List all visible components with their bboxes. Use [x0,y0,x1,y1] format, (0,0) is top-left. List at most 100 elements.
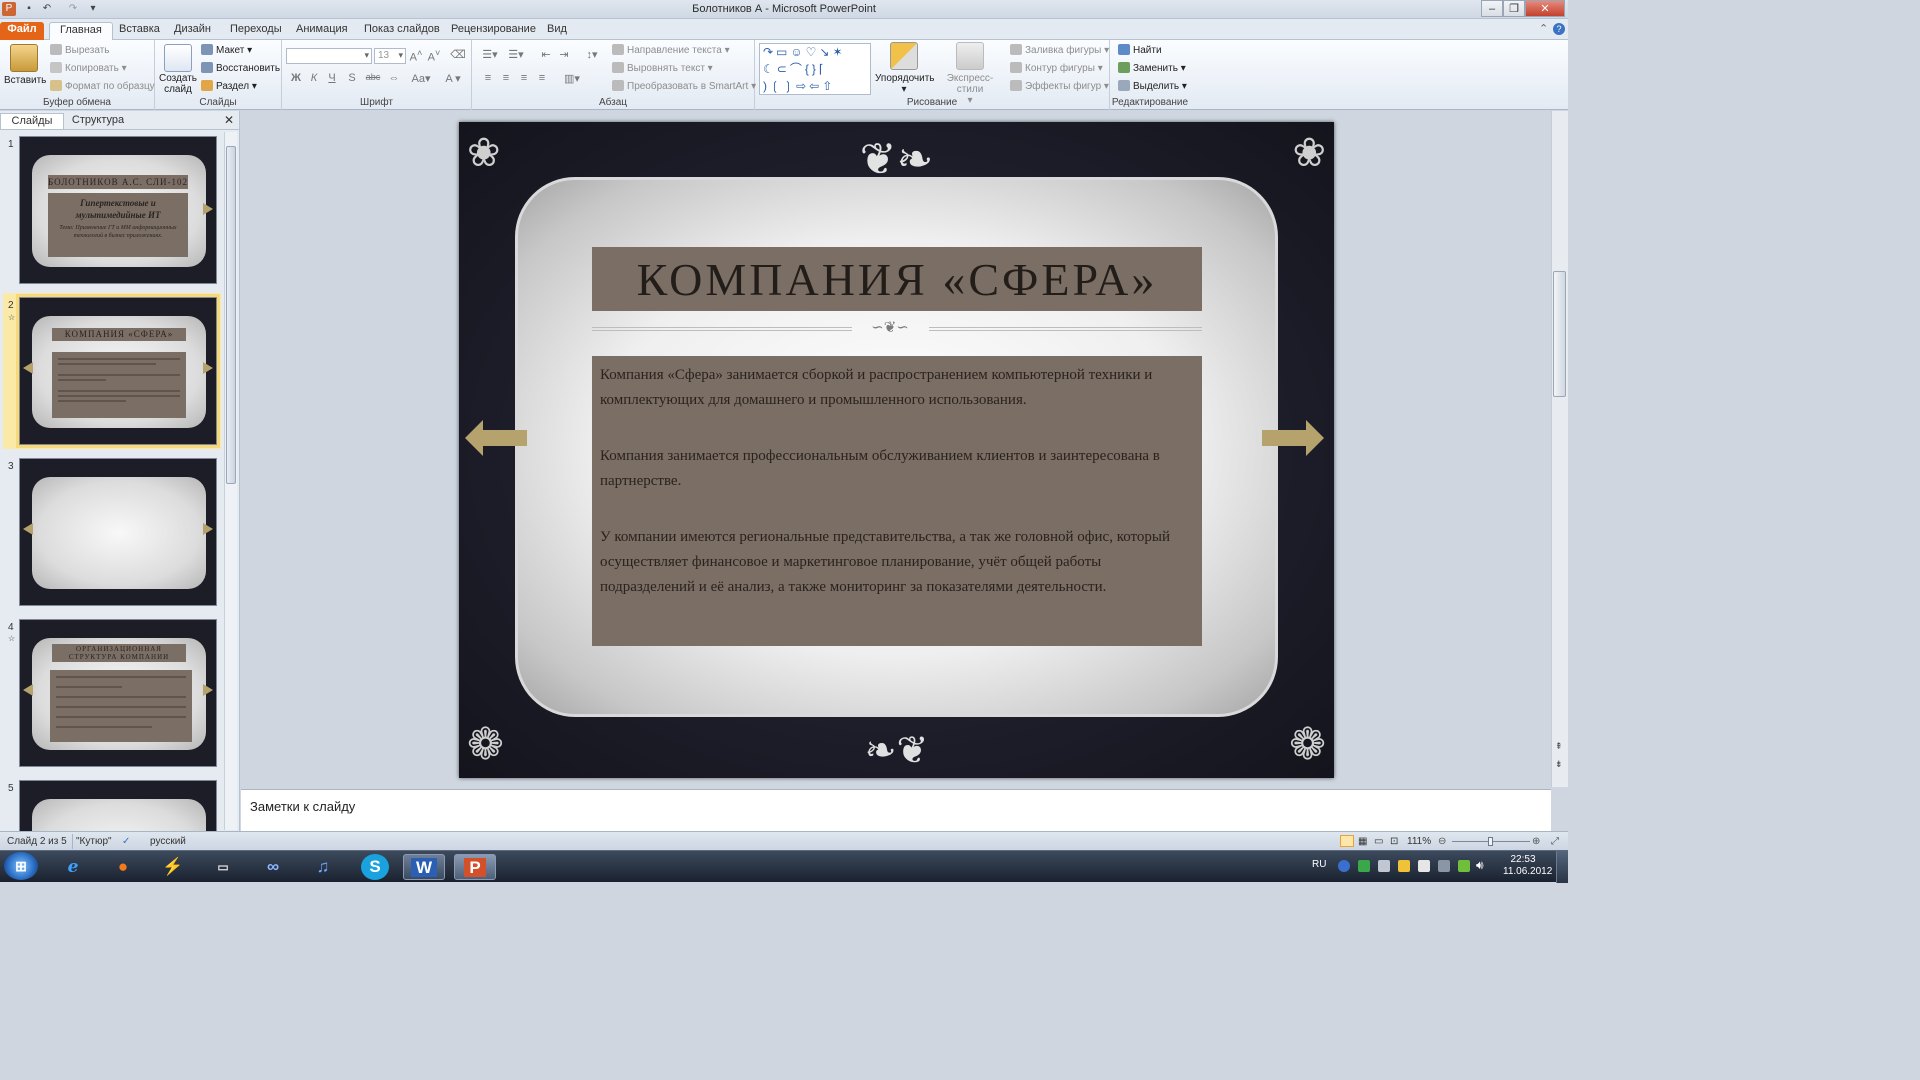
action-center-icon[interactable] [1438,860,1450,872]
slide-body-text[interactable]: Компания «Сфера» занимается сборкой и ра… [592,356,1202,646]
paste-button[interactable]: Вставить [4,44,46,86]
tab-slideshow[interactable]: Показ слайдов [362,22,442,40]
reset-button[interactable]: Восстановить [201,62,280,74]
format-painter-button[interactable]: Формат по образцу [50,80,155,92]
char-spacing-icon[interactable]: ⇔ [386,72,402,84]
winamp-icon[interactable]: ⚡ [152,854,194,880]
slide-thumbnail-3[interactable] [19,458,217,606]
restore-button[interactable]: ❐ [1503,0,1525,17]
panel-scrollbar[interactable] [224,132,237,830]
clear-format-icon[interactable]: ⌫ [450,48,466,61]
shapes-gallery[interactable]: ↷▭☺♡↘✶ ☾⊂⌒{}⌈)❲❳⇨⇦⇧ [759,43,871,95]
change-case-icon[interactable]: Aa▾ [410,72,432,85]
input-language[interactable]: RU [1312,859,1326,870]
sync-icon[interactable] [1358,860,1370,872]
select-button[interactable]: Выделить ▾ [1118,80,1187,92]
tab-transitions[interactable]: Переходы [228,22,284,40]
tray-app-icon[interactable] [1398,860,1410,872]
notes-pane[interactable]: Заметки к слайду [241,789,1551,831]
show-desktop-button[interactable] [1556,851,1568,883]
normal-view-icon[interactable] [1340,835,1354,847]
start-button-icon[interactable]: ⊞ [4,852,38,880]
tab-review[interactable]: Рецензирование [449,22,538,40]
justify-icon[interactable]: ≡ [534,72,550,84]
next-slide-icon[interactable]: ⇟ [1555,759,1563,770]
network-icon[interactable] [1378,860,1390,872]
zoom-out-icon[interactable]: ⊖ [1438,836,1446,847]
slide-thumbnail-2[interactable]: КОМПАНИЯ «СФЕРА» [16,294,220,448]
italic-button[interactable]: К [306,72,322,84]
minimize-ribbon-icon[interactable]: ⌃ [1537,22,1550,40]
minimize-button[interactable]: – [1481,0,1503,17]
canvas-scroll-thumb[interactable] [1553,271,1566,397]
zoom-slider-handle[interactable] [1488,837,1493,846]
increase-indent-icon[interactable]: ⇥ [556,48,572,61]
current-slide[interactable]: ❦❧ ❀ ❀ ❁ ❁ ❧❦ КОМПАНИЯ «СФЕРА» ∽❦∽ Компа… [459,122,1334,778]
line-spacing-icon[interactable]: ↕▾ [582,48,602,61]
tab-insert[interactable]: Вставка [117,22,162,40]
smartart-button[interactable]: Преобразовать в SmartArt ▾ [612,80,756,92]
language[interactable]: русский [150,836,186,847]
bold-button[interactable]: Ж [288,72,304,84]
help-icon[interactable]: ? [1553,23,1565,35]
zoom-level[interactable]: 111% [1407,836,1431,847]
tab-view[interactable]: Вид [545,22,569,40]
canvas-scrollbar[interactable]: ⇞ ⇟ [1551,111,1568,787]
font-size-select[interactable]: 13 ▾ [374,48,406,64]
skype-icon[interactable]: S [361,854,389,880]
slide-thumbnail-1[interactable]: БОЛОТНИКОВ А.С. СЛИ-102 Гипертекстовые и… [19,136,217,284]
font-name-select[interactable]: ▾ [286,48,372,64]
strikethrough-button[interactable]: abc [362,72,384,82]
columns-icon[interactable]: ▥▾ [562,72,582,85]
shape-outline-button[interactable]: Контур фигуры ▾ [1010,62,1103,74]
panel-scroll-thumb[interactable] [226,146,236,484]
font-color-icon[interactable]: A ▾ [442,72,464,85]
layout-button[interactable]: Макет ▾ [201,44,252,56]
firefox-icon[interactable]: ● [102,854,144,880]
next-arrow-icon[interactable] [1262,420,1324,456]
arrange-button[interactable]: Упорядочить ▾ [875,42,935,95]
word-taskbar-icon[interactable]: W [403,854,445,880]
slideshow-view-icon[interactable]: ⊡ [1390,836,1398,847]
previous-arrow-icon[interactable] [465,420,527,456]
align-text-button[interactable]: Выровнять текст ▾ [612,62,713,74]
nvidia-icon[interactable] [1458,860,1470,872]
itunes-icon[interactable]: ♫ [302,854,344,880]
slide-sorter-icon[interactable]: ▦ [1358,836,1367,847]
volume-icon[interactable]: 🔊︎ [1476,858,1484,873]
numbering-icon[interactable]: ☰▾ [506,48,526,61]
shape-fill-button[interactable]: Заливка фигуры ▾ [1010,44,1109,56]
new-slide-button[interactable]: Создать слайд [159,44,197,95]
tab-design[interactable]: Дизайн [172,22,213,40]
text-direction-button[interactable]: Направление текста ▾ [612,44,730,56]
grow-font-icon[interactable]: A˄ [408,48,424,64]
underline-button[interactable]: Ч [324,72,340,84]
command-prompt-icon[interactable]: ▭ [202,854,244,880]
shadow-button[interactable]: S [344,72,360,84]
fit-to-window-icon[interactable]: ⤢ [1551,836,1559,847]
tab-file[interactable]: Файл [0,22,44,40]
close-button[interactable]: ✕ [1525,0,1565,17]
zoom-in-icon[interactable]: ⊕ [1532,836,1540,847]
bullets-icon[interactable]: ☰▾ [480,48,500,61]
slide-title[interactable]: КОМПАНИЯ «СФЕРА» [592,247,1202,311]
spellcheck-icon[interactable]: ✓ [122,836,130,847]
align-center-icon[interactable]: ≡ [498,72,514,84]
panel-tab-slides[interactable]: Слайды [0,113,64,129]
decrease-indent-icon[interactable]: ⇤ [538,48,554,61]
tab-home[interactable]: Главная [49,22,113,40]
tab-animation[interactable]: Анимация [294,22,350,40]
align-left-icon[interactable]: ≡ [480,72,496,84]
slide-thumbnail-5[interactable] [19,780,217,831]
shrink-font-icon[interactable]: A˅ [426,48,442,64]
shape-effects-button[interactable]: Эффекты фигур ▾ [1010,80,1109,92]
cut-button[interactable]: Вырезать [50,44,109,56]
bluetooth-icon[interactable] [1338,860,1350,872]
slide-thumbnail-4[interactable]: ОРГАНИЗАЦИОННАЯ СТРУКТУРА КОМПАНИИ [19,619,217,767]
internet-explorer-icon[interactable]: e [52,854,94,880]
align-right-icon[interactable]: ≡ [516,72,532,84]
theme-name[interactable]: "Кутюр" [76,836,112,847]
powerpoint-taskbar-icon[interactable]: P [454,854,496,880]
replace-button[interactable]: Заменить ▾ [1118,62,1186,74]
close-panel-icon[interactable]: ✕ [222,113,236,129]
